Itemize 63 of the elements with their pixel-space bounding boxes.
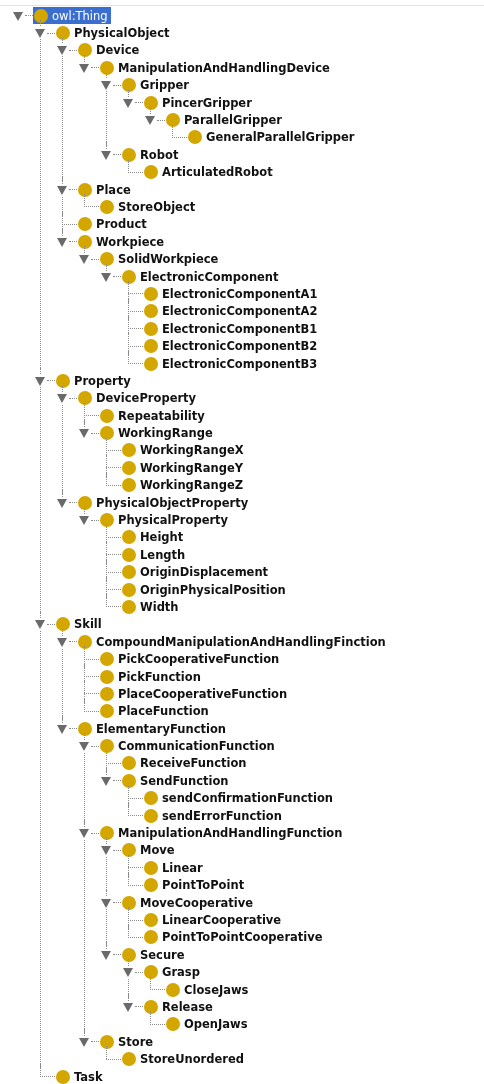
class-tree-item[interactable]: ManipulationAndHandlingFunction bbox=[99, 824, 346, 842]
class-tree-item[interactable]: CompoundManipulationAndHandlingFinction bbox=[77, 633, 389, 651]
class-tree-item[interactable]: WorkingRangeX bbox=[121, 441, 247, 459]
class-tree-item[interactable]: Width bbox=[121, 598, 182, 616]
class-tree-item[interactable]: Repeatability bbox=[99, 407, 208, 425]
class-tree-item[interactable]: Place bbox=[77, 181, 134, 199]
class-tree-item[interactable]: Secure bbox=[121, 946, 188, 964]
class-tree-item[interactable]: Length bbox=[121, 546, 189, 564]
class-tree-item[interactable]: OriginPhysicalPosition bbox=[121, 581, 289, 599]
class-tree-item[interactable]: PickCooperativeFunction bbox=[99, 650, 283, 668]
class-tree-item[interactable]: ElementaryFunction bbox=[77, 720, 229, 738]
class-tree-item[interactable]: ElectronicComponentA2 bbox=[143, 302, 321, 320]
class-tree-item[interactable]: Property bbox=[55, 372, 134, 390]
class-tree-item[interactable]: Task bbox=[55, 1068, 106, 1084]
class-tree-item[interactable]: Gripper bbox=[121, 76, 192, 94]
class-tree-item[interactable]: Release bbox=[143, 998, 216, 1016]
class-tree-item[interactable]: Product bbox=[77, 215, 150, 233]
class-tree-item[interactable]: Workpiece bbox=[77, 233, 168, 251]
class-tree-item[interactable]: OriginDisplacement bbox=[121, 563, 272, 581]
class-tree-item[interactable]: Skill bbox=[55, 615, 105, 633]
class-tree-item[interactable]: ArticulatedRobot bbox=[143, 163, 276, 181]
class-tree-item[interactable]: PhysicalObject bbox=[55, 24, 173, 42]
class-tree-item[interactable]: ElectronicComponentA1 bbox=[143, 285, 321, 303]
class-tree-item[interactable]: PointToPointCooperative bbox=[143, 928, 326, 946]
class-tree-item[interactable]: PickFunction bbox=[99, 668, 204, 686]
class-tree-item[interactable]: Grasp bbox=[143, 963, 203, 981]
class-tree-item[interactable]: ManipulationAndHandlingDevice bbox=[99, 59, 333, 77]
class-tree-item[interactable]: GeneralParallelGripper bbox=[187, 128, 358, 146]
class-tree-item[interactable]: PincerGripper bbox=[143, 94, 255, 112]
class-tree-item[interactable]: Linear bbox=[143, 859, 206, 877]
class-tree-item[interactable]: OpenJaws bbox=[165, 1015, 251, 1033]
class-tree-item[interactable]: ElectronicComponentB3 bbox=[143, 355, 321, 372]
class-tree-item[interactable]: CommunicationFunction bbox=[99, 737, 278, 755]
class-tree-item[interactable]: WorkingRangeY bbox=[121, 459, 247, 477]
class-tree-item[interactable]: sendConfirmationFunction bbox=[143, 789, 337, 807]
class-tree-item[interactable]: ElectronicComponentB1 bbox=[143, 320, 321, 338]
class-tree-item[interactable]: StoreUnordered bbox=[121, 1050, 247, 1068]
collapse-triangle-icon[interactable] bbox=[78, 514, 90, 526]
class-tree-item[interactable]: SendFunction bbox=[121, 772, 232, 790]
class-tree-item[interactable]: CloseJaws bbox=[165, 981, 252, 999]
class-tree-item[interactable]: sendErrorFunction bbox=[143, 807, 285, 825]
class-tree-item[interactable]: StoreObject bbox=[99, 198, 199, 216]
class-tree-item[interactable]: ElectronicComponentB2 bbox=[143, 337, 321, 355]
class-tree-item[interactable]: SolidWorkpiece bbox=[99, 250, 222, 268]
class-tree-item[interactable]: MoveCooperative bbox=[121, 894, 257, 912]
class-tree-item[interactable]: ElectronicComponent bbox=[121, 268, 282, 286]
class-tree-item[interactable]: Move bbox=[121, 841, 178, 859]
class-tree-item[interactable]: owl:Thing bbox=[33, 7, 111, 25]
class-tree-item[interactable]: Robot bbox=[121, 146, 182, 164]
class-tree-item[interactable]: Store bbox=[99, 1033, 157, 1051]
class-tree-item[interactable]: PlaceFunction bbox=[99, 702, 212, 720]
class-tree-item[interactable]: WorkingRangeZ bbox=[121, 476, 247, 494]
class-tree-item[interactable]: PhysicalProperty bbox=[99, 511, 232, 529]
class-tree-item[interactable]: Height bbox=[121, 528, 187, 546]
class-tree-item[interactable]: PlaceCooperativeFunction bbox=[99, 685, 291, 703]
class-tree-item[interactable]: PointToPoint bbox=[143, 876, 248, 894]
class-tree-item[interactable]: Device bbox=[77, 41, 143, 59]
class-tree-item[interactable]: LinearCooperative bbox=[143, 911, 285, 929]
class-tree-item[interactable]: ReceiveFunction bbox=[121, 755, 250, 772]
class-tree-item[interactable]: DeviceProperty bbox=[77, 389, 200, 407]
class-tree-item[interactable]: PhysicalObjectProperty bbox=[77, 494, 252, 512]
class-tree-item[interactable]: ParallelGripper bbox=[165, 111, 285, 129]
class-tree-item[interactable]: WorkingRange bbox=[99, 424, 216, 442]
